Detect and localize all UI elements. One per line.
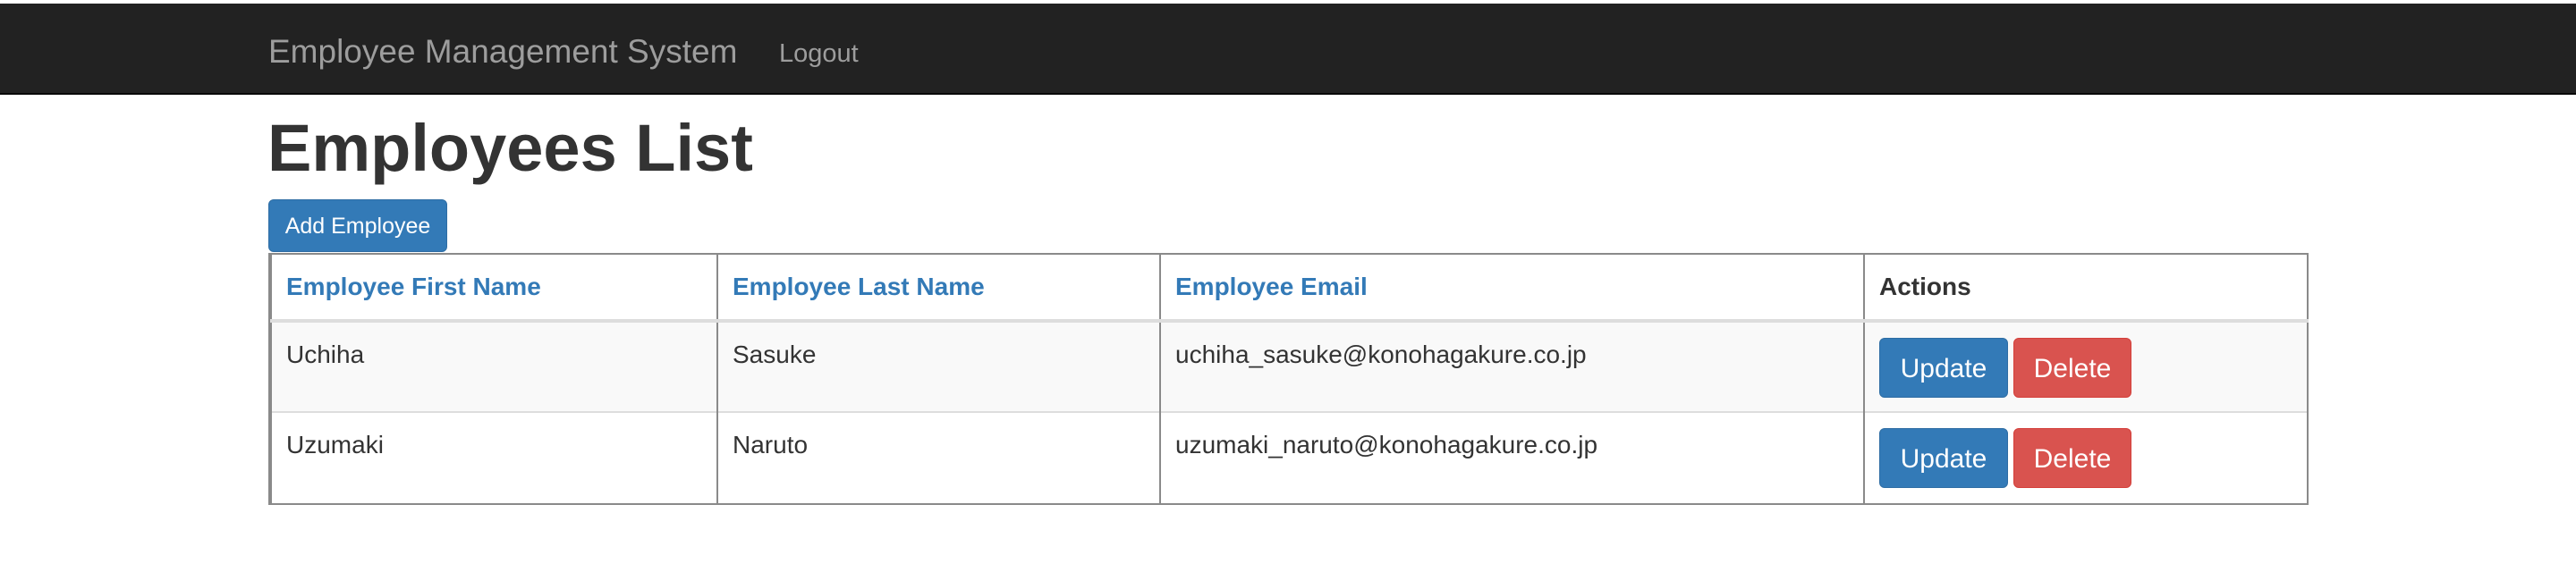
table-header-row: Employee First Name Employee Last Name E… — [270, 255, 2309, 323]
add-employee-button[interactable]: Add Employee — [268, 199, 447, 252]
column-header-last-name[interactable]: Employee Last Name — [716, 255, 1161, 323]
cell-email: uchiha_sasuke@konohagakure.co.jp — [1159, 321, 1865, 412]
cell-last-name: Sasuke — [716, 321, 1161, 412]
page-title: Employees List — [267, 111, 753, 185]
column-header-email[interactable]: Employee Email — [1159, 255, 1865, 323]
cell-actions: Update Delete — [1863, 411, 2309, 503]
delete-button[interactable]: Delete — [2013, 428, 2131, 488]
table-row: Uzumaki Naruto uzumaki_naruto@konohagaku… — [270, 411, 2309, 503]
cell-first-name: Uchiha — [270, 321, 718, 412]
column-header-actions: Actions — [1863, 255, 2309, 323]
update-button[interactable]: Update — [1879, 338, 2008, 398]
employees-table: Employee First Name Employee Last Name E… — [270, 255, 2309, 503]
logout-link[interactable]: Logout — [779, 38, 859, 70]
employees-table-container: Employee First Name Employee Last Name E… — [268, 253, 2309, 505]
cell-first-name: Uzumaki — [270, 411, 718, 503]
navbar-brand-link[interactable]: Employee Management System — [268, 32, 737, 72]
cell-actions: Update Delete — [1863, 321, 2309, 412]
delete-button[interactable]: Delete — [2013, 338, 2131, 398]
table-row: Uchiha Sasuke uchiha_sasuke@konohagakure… — [270, 321, 2309, 412]
update-button[interactable]: Update — [1879, 428, 2008, 488]
cell-email: uzumaki_naruto@konohagakure.co.jp — [1159, 411, 1865, 503]
column-header-first-name[interactable]: Employee First Name — [270, 255, 718, 323]
cell-last-name: Naruto — [716, 411, 1161, 503]
top-navbar: Employee Management System Logout — [0, 4, 2576, 95]
